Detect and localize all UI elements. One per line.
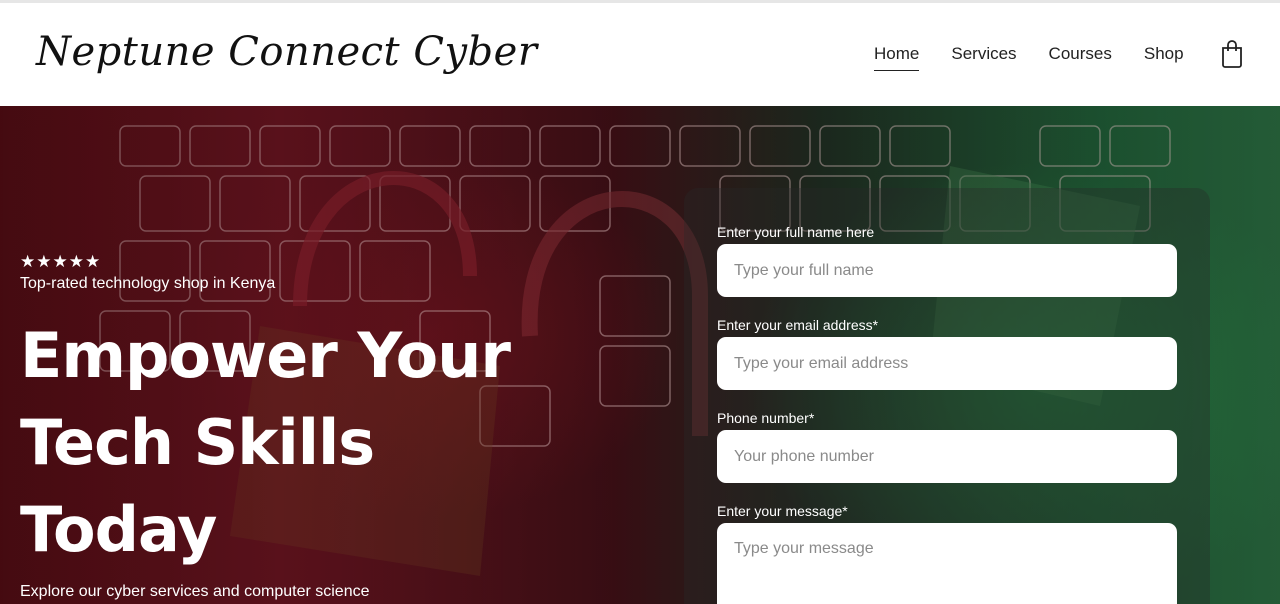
message-label: Enter your message* (717, 503, 848, 519)
phone-input[interactable] (717, 430, 1177, 483)
site-header: Neptune Connect Cyber Home Services Cour… (0, 3, 1280, 106)
site-logo[interactable]: Neptune Connect Cyber (36, 29, 537, 75)
nav-services[interactable]: Services (951, 44, 1016, 71)
nav-courses[interactable]: Courses (1049, 44, 1112, 71)
nav-shop[interactable]: Shop (1144, 44, 1184, 71)
message-textarea[interactable] (717, 523, 1177, 604)
nav-home[interactable]: Home (874, 44, 920, 71)
hero-subtext: Explore our cyber services and computer … (20, 583, 370, 600)
hero-headline: Empower Your Tech Skills Today (20, 319, 511, 566)
name-input[interactable] (717, 244, 1177, 297)
shopping-bag-icon[interactable] (1221, 40, 1243, 68)
hero-tagline: Top-rated technology shop in Kenya (20, 275, 276, 292)
email-label: Enter your email address* (717, 317, 879, 333)
rating-stars: ★★★★★ (20, 252, 102, 272)
phone-label: Phone number* (717, 410, 815, 426)
main-nav: Home Services Courses Shop (874, 44, 1184, 71)
name-label: Enter your full name here (717, 224, 875, 240)
email-input[interactable] (717, 337, 1177, 390)
